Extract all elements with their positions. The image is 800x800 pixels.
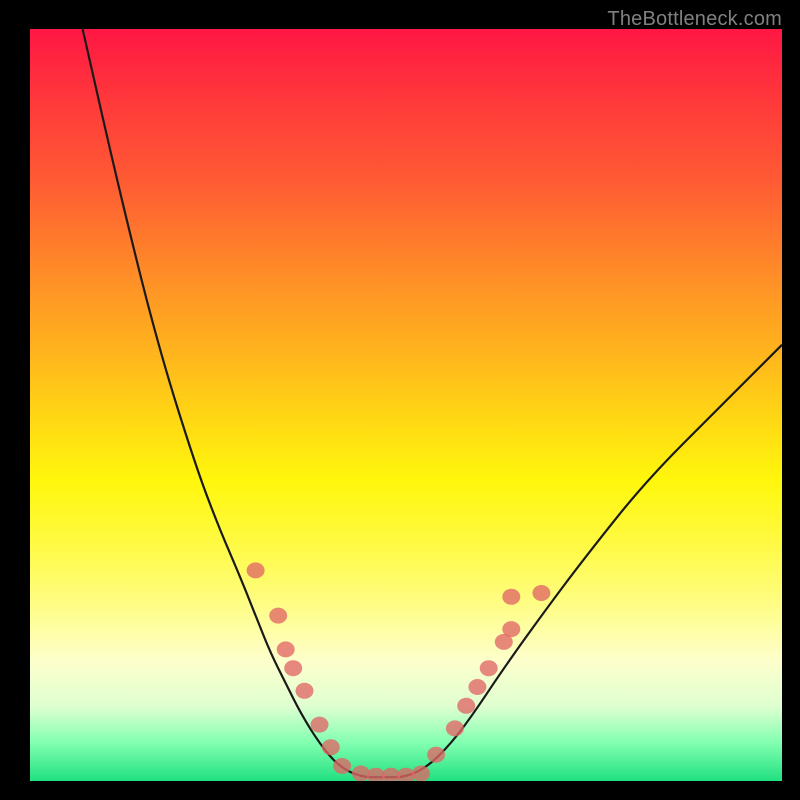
watermark-label: TheBottleneck.com	[607, 8, 782, 31]
data-marker	[532, 585, 550, 601]
data-marker	[502, 621, 520, 637]
data-marker	[277, 641, 295, 657]
plot-area	[30, 29, 782, 781]
data-marker	[446, 720, 464, 736]
data-marker	[311, 717, 329, 733]
data-marker	[480, 660, 498, 676]
data-marker	[502, 589, 520, 605]
data-marker	[382, 768, 400, 781]
data-marker	[322, 739, 340, 755]
data-marker	[457, 698, 475, 714]
data-marker	[352, 766, 370, 782]
data-marker	[296, 683, 314, 699]
data-marker	[495, 634, 513, 650]
data-marker	[427, 747, 445, 763]
bottleneck-curve	[30, 29, 782, 781]
chart-container: TheBottleneck.com	[0, 0, 800, 800]
data-marker	[367, 768, 385, 781]
data-marker	[269, 608, 287, 624]
data-marker	[333, 758, 351, 774]
data-marker	[284, 660, 302, 676]
data-marker	[397, 768, 415, 781]
data-marker	[247, 562, 265, 578]
data-marker	[468, 679, 486, 695]
data-marker	[412, 766, 430, 782]
